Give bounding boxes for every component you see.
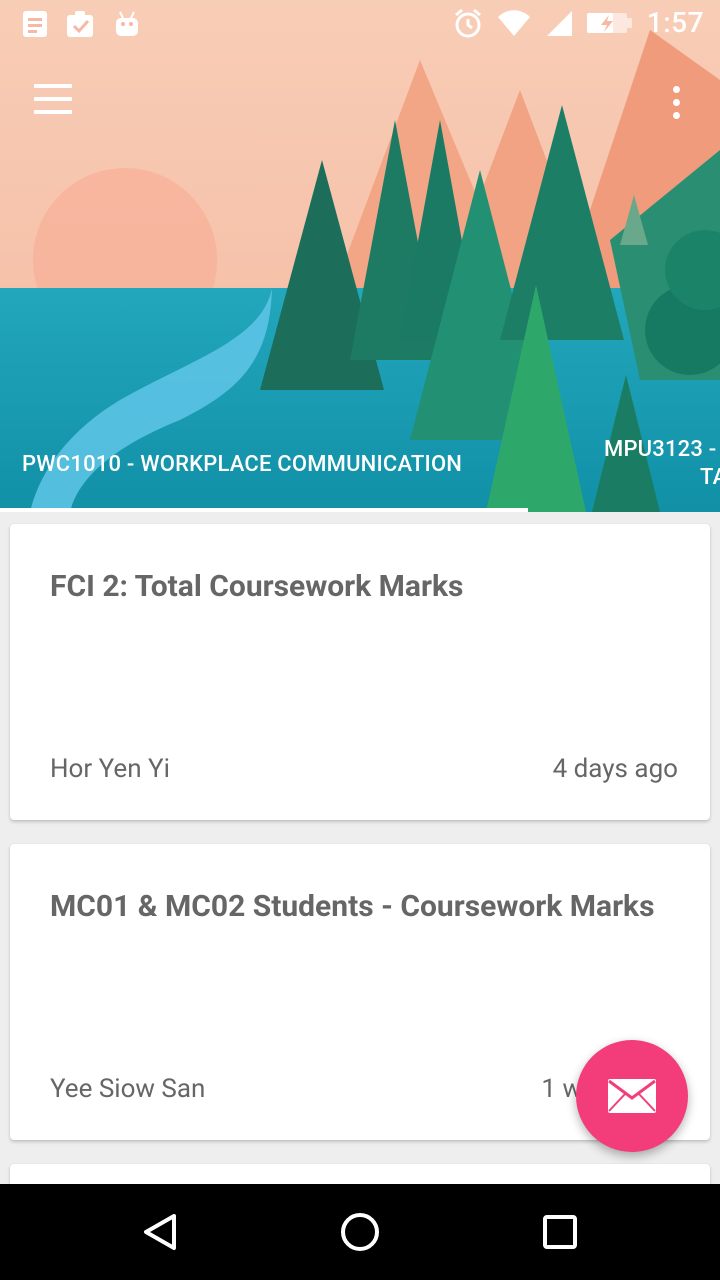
hamburger-menu-icon[interactable] [34,84,78,124]
status-time: 1:57 [646,6,704,39]
wifi-icon [497,9,530,36]
course-header: 1:57 PWC1010 - WORKPLACE COMMUNICATION M… [0,0,720,512]
clipboard-check-icon [67,11,93,37]
post-author: Hor Yen Yi [50,754,170,784]
status-bar: 1:57 [0,0,720,48]
tab-pwc1010[interactable]: PWC1010 - WORKPLACE COMMUNICATION [22,452,462,477]
compose-mail-button[interactable] [576,1040,688,1152]
notes-icon [23,11,47,37]
post-time: 4 days ago [552,754,678,784]
course-tabs: PWC1010 - WORKPLACE COMMUNICATION MPU312… [0,436,720,512]
recents-icon[interactable] [540,1208,580,1256]
post-title: FCI 2: Total Coursework Marks [50,569,464,604]
navigation-bar [0,1184,720,1280]
alarm-icon [454,8,481,37]
post-author: Yee Siow San [50,1074,206,1104]
battery-charging-icon [586,12,632,33]
signal-icon [546,10,572,36]
post-title: MC01 & MC02 Students - Coursework Marks [50,889,655,924]
tab-indicator [0,508,528,512]
tab-mpu3123-label: MPU3123 - [604,437,717,462]
post-card[interactable]: FCI 2: Total Coursework Marks Hor Yen Yi… [10,524,710,820]
tab-mpu3123[interactable]: MPU3123 - TA [604,436,720,492]
more-vert-icon[interactable] [668,86,684,126]
home-icon[interactable] [338,1208,382,1256]
android-icon [116,11,138,36]
back-icon[interactable] [140,1208,180,1256]
mail-icon [608,1079,656,1113]
tab-mpu3123-label-line2: TA [700,465,720,490]
